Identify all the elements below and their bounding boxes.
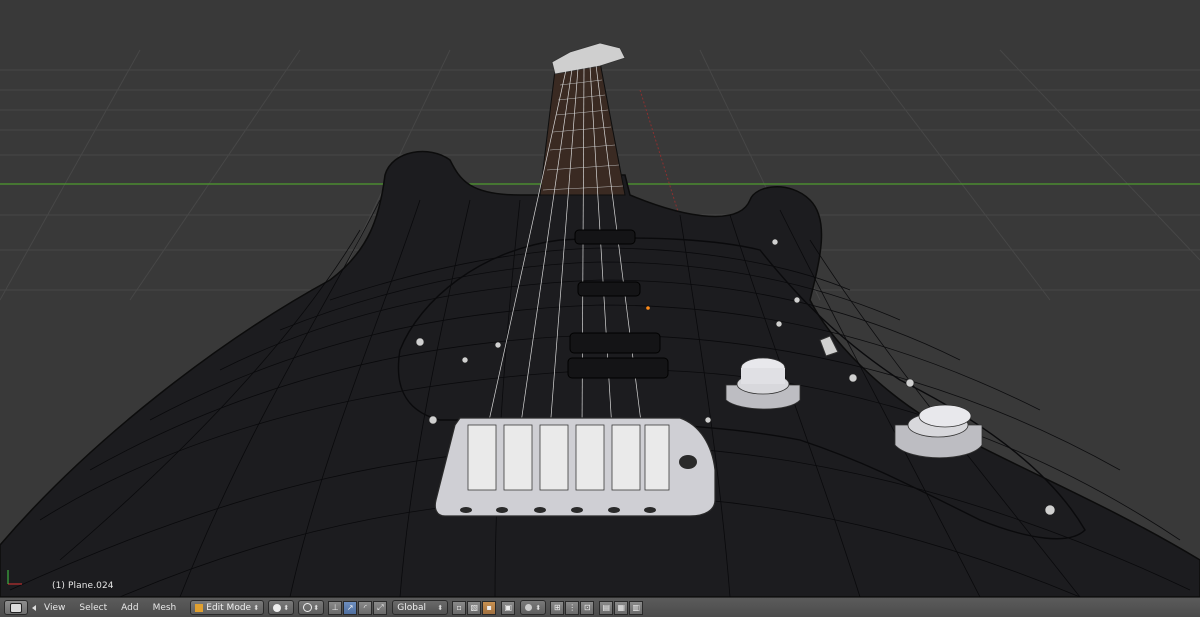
shading-dropdown[interactable]: ⬍ (268, 600, 295, 615)
opengl-render-animation-icon[interactable]: ▦ (614, 600, 629, 615)
object-origin (646, 306, 650, 310)
snap-target-icon[interactable]: ⊡ (580, 600, 595, 615)
middle-pickup (577, 281, 641, 297)
neck-pickup (574, 229, 636, 245)
viewport-scene (0, 42, 1200, 597)
scale-manipulator-icon[interactable]: ⤢ (373, 600, 388, 615)
face-select-icon[interactable]: ▪ (482, 600, 497, 615)
collapse-menus-icon[interactable] (32, 604, 36, 611)
layers-icon[interactable]: ▥ (629, 600, 644, 615)
3d-view-icon (10, 602, 22, 613)
translate-manipulator-icon[interactable]: ↗ (343, 600, 358, 615)
snap-element-icon[interactable]: ⋮ (565, 600, 580, 615)
opengl-render-icon[interactable]: ▤ (599, 600, 614, 615)
object-name-label: (1) Plane.024 (52, 581, 114, 591)
orientation-label: Global (397, 602, 426, 613)
solid-sphere-icon (273, 603, 282, 612)
limit-selection-visible-icon[interactable]: ▣ (501, 600, 516, 615)
bridge-humbucker-top (569, 332, 661, 354)
pivot-icon (303, 603, 313, 612)
tremolo-arm-hole (679, 455, 697, 469)
vertex-select-icon[interactable]: ▫ (452, 600, 467, 615)
dropdown-arrow-icon: ⬍ (535, 603, 542, 612)
dropdown-arrow-icon: ⬍ (283, 603, 290, 612)
3d-viewport[interactable]: (1) Plane.024 (0, 0, 1200, 597)
dropdown-arrow-icon: ⬍ (437, 603, 444, 612)
snap-toggle-icon[interactable]: ⊞ (550, 600, 565, 615)
menu-add[interactable]: Add (121, 603, 138, 613)
mode-dropdown[interactable]: Edit Mode ⬍ (190, 600, 265, 615)
menu-select[interactable]: Select (79, 603, 107, 613)
edge-select-icon[interactable]: ▧ (467, 600, 482, 615)
editor-type-button[interactable] (4, 600, 28, 615)
mode-label: Edit Mode (206, 602, 252, 613)
edit-mode-icon (195, 603, 204, 612)
guitar-neck (539, 61, 626, 196)
pivot-dropdown[interactable]: ⬍ (298, 600, 325, 615)
axis-gizmo (2, 566, 26, 590)
proportional-edit-dropdown[interactable]: ⬍ (520, 600, 547, 615)
dropdown-arrow-icon: ⬍ (253, 603, 260, 612)
orientation-dropdown[interactable]: Global ⬍ (392, 600, 449, 615)
dropdown-arrow-icon: ⬍ (313, 603, 320, 612)
manipulator-toggle-icon[interactable]: ⊥ (328, 600, 343, 615)
viewport-header: View Select Add Mesh Edit Mode ⬍ ⬍ ⬍ ⊥ ↗… (0, 597, 1200, 617)
menu-view[interactable]: View (44, 603, 65, 613)
bridge-humbucker-bottom (567, 357, 669, 379)
menu-mesh[interactable]: Mesh (153, 603, 177, 613)
rotate-manipulator-icon[interactable]: ◜ (358, 600, 373, 615)
proportional-edit-icon (525, 604, 533, 611)
